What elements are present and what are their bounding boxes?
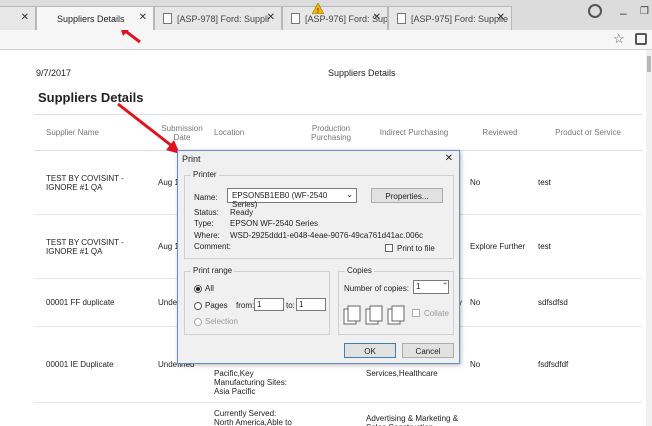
page-title: Suppliers Details bbox=[328, 68, 396, 78]
from-label: from: bbox=[236, 301, 255, 310]
cell: No bbox=[466, 150, 534, 215]
where-value: WSD-2925ddd1-e048-4eae-9076-49ca761d41ac… bbox=[230, 231, 424, 240]
cell: No bbox=[466, 278, 534, 327]
print-to-file-label: Print to file bbox=[397, 244, 435, 253]
table-row: Currently Served: North America,Able to … bbox=[34, 402, 642, 426]
collate-icon bbox=[343, 305, 405, 325]
group-label: Copies bbox=[345, 266, 374, 275]
tab-label: [ASP-975] Ford: Supplie bbox=[411, 14, 509, 24]
cell: Advertising & Marketing & Sales Construc… bbox=[362, 402, 466, 426]
to-input[interactable]: 1 bbox=[296, 298, 326, 311]
pages-radio[interactable] bbox=[194, 302, 202, 310]
ok-button[interactable]: OK bbox=[344, 343, 396, 358]
cell: test bbox=[534, 150, 642, 215]
collate-checkbox[interactable] bbox=[412, 309, 420, 317]
close-icon[interactable]: ✕ bbox=[267, 12, 275, 23]
comment-label: Comment: bbox=[194, 242, 231, 251]
close-icon[interactable]: ✕ bbox=[373, 12, 381, 23]
document-icon bbox=[291, 13, 300, 24]
cell: 00001 FF duplicate bbox=[34, 278, 154, 327]
cell bbox=[534, 402, 642, 426]
to-label: to: bbox=[286, 301, 295, 310]
page-scrollbar[interactable] bbox=[646, 50, 652, 426]
col-indirect-purchasing: Indirect Purchasing bbox=[362, 114, 466, 151]
selection-label: Selection bbox=[205, 317, 238, 326]
document-icon bbox=[397, 13, 406, 24]
warning-icon: ! bbox=[312, 3, 324, 14]
scrollbar-thumb[interactable] bbox=[647, 56, 651, 72]
dialog-title: Print bbox=[182, 154, 201, 164]
name-label: Name: bbox=[194, 193, 218, 202]
status-value: Ready bbox=[230, 208, 254, 217]
cell: test bbox=[534, 214, 642, 279]
type-value: EPSON WF-2540 Series bbox=[230, 219, 319, 228]
copies-value: 1 bbox=[416, 282, 421, 291]
restore-icon[interactable]: ❐ bbox=[640, 6, 649, 17]
from-input[interactable]: 1 bbox=[254, 298, 284, 311]
tab-strip: ✕ Suppliers Details ✕ [ASP-978] Ford: Su… bbox=[0, 0, 652, 30]
collate-label: Collate bbox=[424, 309, 449, 318]
group-label: Printer bbox=[191, 170, 219, 179]
col-reviewed: Reviewed bbox=[466, 114, 534, 151]
cell: TEST BY COVISINT - IGNORE #1 QA bbox=[34, 150, 154, 215]
minimize-icon[interactable]: – bbox=[620, 6, 627, 20]
tab-asp-978[interactable]: [ASP-978] Ford: Suppli ✕ bbox=[154, 6, 282, 30]
printer-select[interactable]: EPSON5B1EB0 (WF-2540 Series) ⌄ bbox=[227, 188, 357, 209]
type-label: Type: bbox=[194, 219, 214, 228]
print-to-file-checkbox[interactable] bbox=[385, 244, 393, 252]
group-label: Print range bbox=[191, 266, 235, 275]
close-icon[interactable]: ✕ bbox=[139, 12, 147, 23]
pages-label: Pages bbox=[205, 301, 228, 310]
all-label: All bbox=[205, 284, 214, 293]
star-icon[interactable]: ☆ bbox=[613, 31, 625, 47]
extension-icon[interactable] bbox=[635, 33, 647, 45]
tab-partial[interactable]: ✕ bbox=[0, 6, 36, 30]
where-label: Where: bbox=[194, 231, 220, 240]
cell: Explore Further bbox=[466, 214, 534, 279]
selection-radio[interactable] bbox=[194, 318, 202, 326]
col-production-purchasing: Production Purchasing bbox=[300, 114, 362, 151]
cell: fsdfsdfdf bbox=[534, 326, 642, 403]
print-dialog: Print ✕ Printer Name: EPSON5B1EB0 (WF-25… bbox=[177, 150, 460, 364]
copies-input[interactable]: 1 ÷ bbox=[413, 280, 449, 294]
close-icon[interactable]: ✕ bbox=[21, 12, 29, 23]
cell: No bbox=[466, 326, 534, 403]
tab-label: [ASP-978] Ford: Suppli bbox=[177, 14, 270, 24]
svg-text:!: ! bbox=[317, 8, 319, 14]
cell: sdfsdfsd bbox=[534, 278, 642, 327]
cell: 00001 IE Duplicate bbox=[34, 326, 154, 403]
cell bbox=[300, 402, 362, 426]
close-icon[interactable]: ✕ bbox=[497, 12, 505, 23]
spin-icon[interactable]: ÷ bbox=[443, 281, 447, 288]
annotation-arrow-heading bbox=[117, 102, 180, 154]
col-location: Location bbox=[210, 114, 300, 151]
print-date: 9/7/2017 bbox=[36, 68, 72, 78]
cell bbox=[154, 402, 210, 426]
copies-label: Number of copies: bbox=[344, 284, 409, 293]
all-radio[interactable] bbox=[194, 285, 202, 293]
cell: Currently Served: North America,Able to … bbox=[210, 402, 300, 426]
status-label: Status: bbox=[194, 208, 219, 217]
col-product-or-service: Product or Service bbox=[534, 114, 642, 151]
tab-suppliers-details[interactable]: Suppliers Details ✕ bbox=[36, 6, 154, 30]
properties-button[interactable]: Properties... bbox=[371, 188, 443, 203]
tab-asp-976[interactable]: [ASP-976] Ford: Supplie ✕ bbox=[282, 6, 388, 30]
close-icon[interactable]: ✕ bbox=[445, 153, 453, 164]
tab-asp-975[interactable]: [ASP-975] Ford: Supplie ✕ bbox=[388, 6, 512, 30]
browser-toolbar: ☆ bbox=[0, 30, 652, 50]
cell bbox=[34, 402, 154, 426]
cell: TEST BY COVISINT - IGNORE #1 QA bbox=[34, 214, 154, 279]
tab-label: Suppliers Details bbox=[57, 14, 125, 24]
account-icon[interactable] bbox=[588, 4, 602, 18]
cell bbox=[466, 402, 534, 426]
document-icon bbox=[163, 13, 172, 24]
chevron-down-icon: ⌄ bbox=[346, 190, 353, 199]
cancel-button[interactable]: Cancel bbox=[402, 343, 454, 358]
